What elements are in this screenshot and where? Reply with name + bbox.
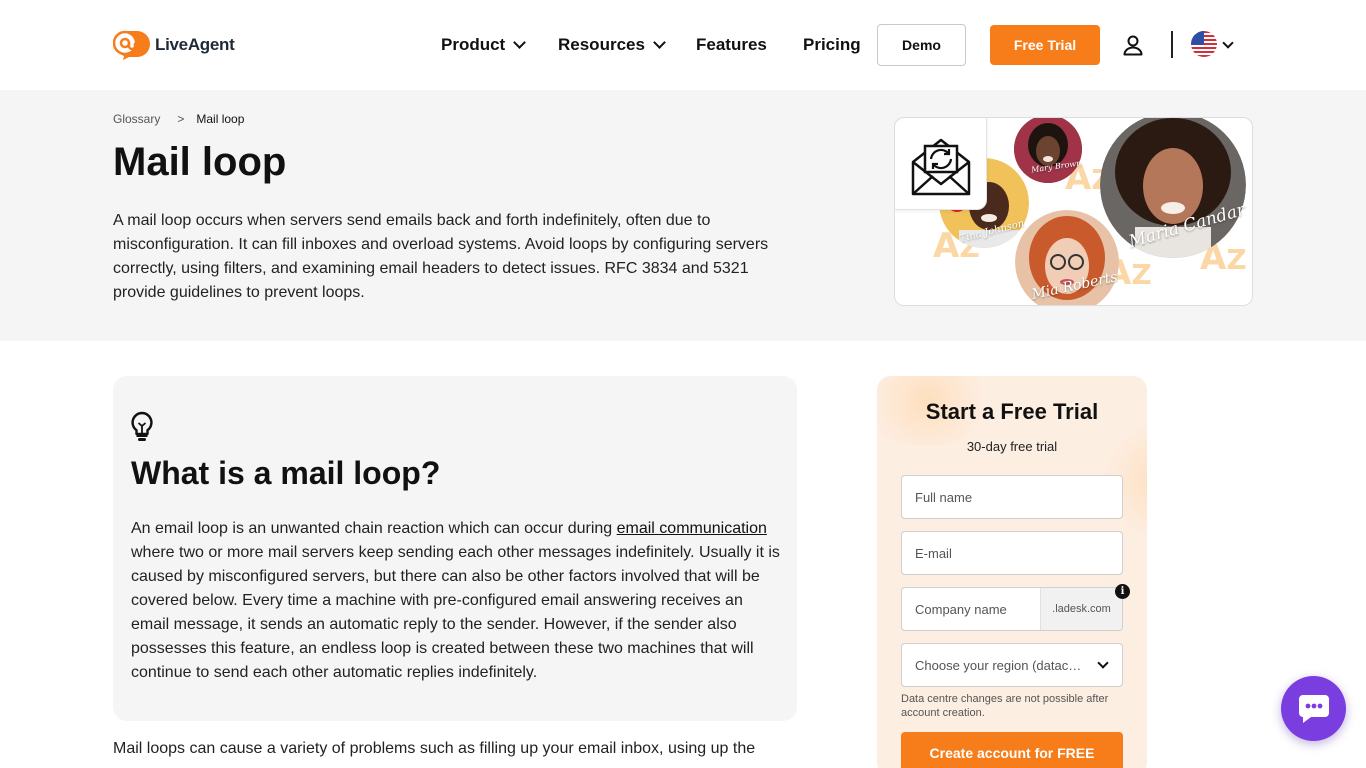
section-title: What is a mail loop?	[131, 455, 441, 491]
info-icon[interactable]: i	[1115, 584, 1130, 599]
trial-form-title: Start a Free Trial	[925, 399, 1099, 424]
chat-icon	[1298, 694, 1329, 723]
trial-form-subtitle: 30-day free trial	[966, 439, 1058, 454]
breadcrumb-glossary-link[interactable]: Glossary	[113, 112, 160, 126]
us-flag-icon[interactable]	[1191, 31, 1217, 57]
body-paragraph: Mail loops can cause a variety of proble…	[113, 740, 756, 757]
breadcrumb-current: Mail loop	[196, 112, 245, 126]
region-select[interactable]: Choose your region (datacenter)	[901, 643, 1123, 687]
domain-suffix: .ladesk.com	[1040, 588, 1122, 630]
nav-features-label: Features	[696, 35, 767, 54]
intro-text: A mail loop occurs when servers send ema…	[113, 212, 769, 301]
page-title: Mail loop	[113, 140, 287, 184]
language-chevron-icon[interactable]	[1222, 37, 1234, 49]
lightbulb-icon	[131, 411, 153, 441]
nav-resources-label: Resources	[558, 35, 645, 54]
chat-button[interactable]	[1281, 676, 1346, 741]
nav-pricing-label: Pricing	[803, 35, 861, 54]
nav-resources[interactable]: Resources	[558, 35, 666, 55]
email-communication-link[interactable]: email communication	[617, 520, 767, 537]
region-note: Data centre changes are not possible aft…	[901, 693, 1109, 719]
chevron-down-icon	[513, 36, 527, 49]
logo-text: LiveAgent	[155, 34, 235, 54]
nav-features[interactable]: Features	[696, 35, 767, 55]
region-select-value: Choose your region (datacenter)	[915, 657, 1087, 673]
section-text-end: where two or more mail servers keep send…	[131, 544, 780, 681]
header-divider	[1171, 31, 1173, 58]
free-trial-button[interactable]: Free Trial	[990, 25, 1100, 65]
fullname-input[interactable]	[915, 489, 1122, 505]
breadcrumb: Glossary > Mail loop	[113, 112, 244, 126]
liveagent-logo[interactable]: LiveAgent	[113, 29, 235, 60]
site-header: LiveAgent Product Resources Features Pri…	[0, 0, 1366, 90]
chevron-down-icon	[1097, 657, 1109, 669]
fullname-field[interactable]	[901, 475, 1123, 519]
company-input[interactable]	[915, 601, 1035, 617]
chevron-down-icon	[653, 36, 666, 49]
email-input[interactable]	[915, 545, 1122, 561]
liveagent-logo-icon	[113, 30, 150, 60]
create-account-button[interactable]: Create account for FREE	[901, 732, 1123, 768]
breadcrumb-separator: >	[177, 112, 185, 126]
email-field[interactable]	[901, 531, 1123, 575]
section-text: An email loop is an unwanted chain react…	[131, 517, 781, 685]
nav-product[interactable]: Product	[441, 35, 527, 55]
mail-loop-icon	[911, 138, 971, 196]
nav-product-label: Product	[441, 35, 506, 54]
company-field[interactable]: .ladesk.com	[901, 587, 1123, 631]
demo-button[interactable]: Demo	[877, 24, 966, 66]
avatar-mary-brown	[1014, 118, 1082, 183]
nav-pricing[interactable]: Pricing	[803, 35, 861, 55]
user-icon[interactable]	[1122, 34, 1144, 56]
mail-loop-box	[895, 118, 987, 210]
hero-illustration: AZ AZ AZ AZ Mary Brown Tina Johnson	[894, 117, 1253, 306]
section-text-start: An email loop is an unwanted chain react…	[131, 520, 617, 537]
